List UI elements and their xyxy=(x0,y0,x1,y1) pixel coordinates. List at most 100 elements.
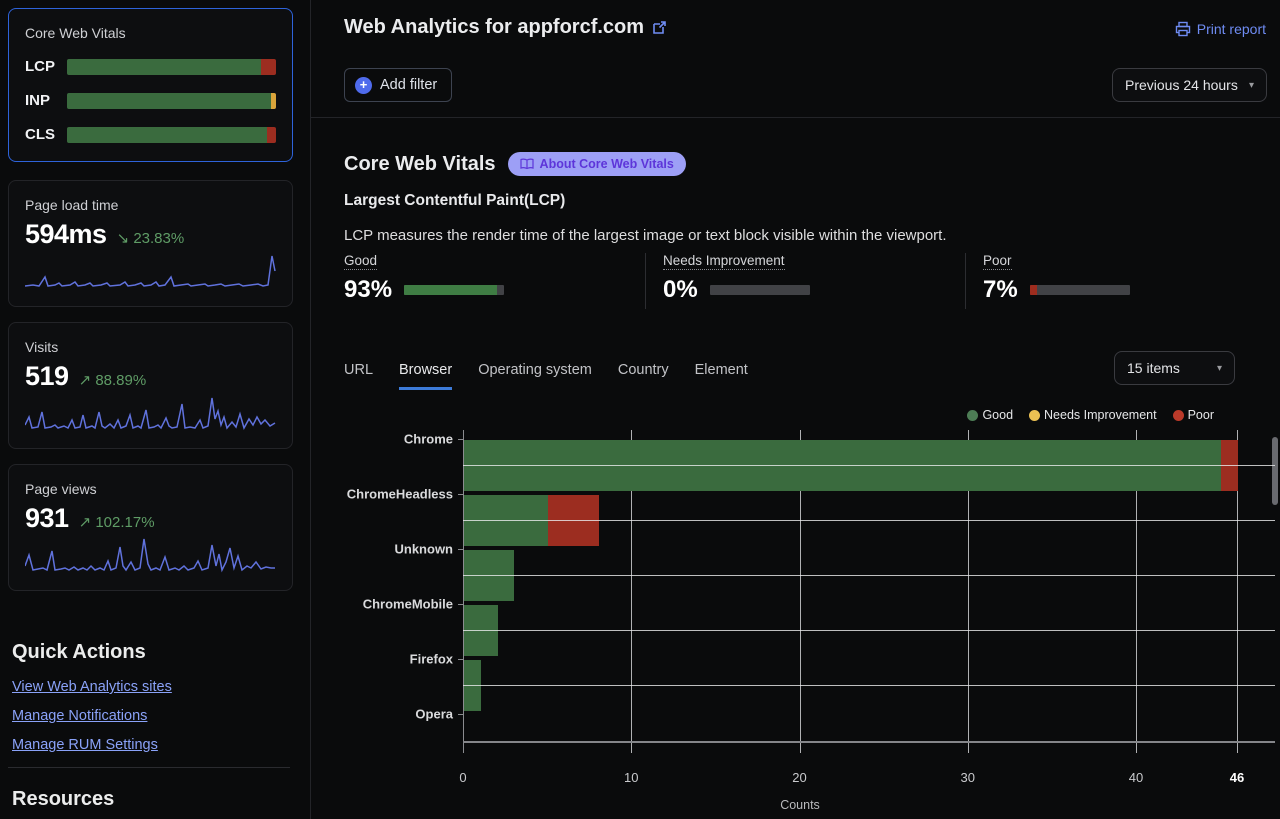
page-title-text: Web Analytics for appforcf.com xyxy=(344,16,644,39)
stat-poor: Poor 7% xyxy=(983,252,1130,304)
stat-minibar xyxy=(1030,285,1130,295)
time-range-value: Previous 24 hours xyxy=(1125,77,1238,93)
quick-action-link[interactable]: Manage Notifications xyxy=(12,708,147,724)
lcp-description: LCP measures the render time of the larg… xyxy=(344,227,947,244)
printer-icon xyxy=(1175,21,1191,37)
badge-label: About Core Web Vitals xyxy=(540,157,674,171)
card-title: Page load time xyxy=(25,197,276,213)
y-axis-tick xyxy=(458,549,463,550)
cwv-metric-row: INP xyxy=(25,92,276,109)
print-report-link[interactable]: Print report xyxy=(1175,21,1266,37)
horizontal-gridline xyxy=(463,575,1275,576)
cwv-metric-rows: LCP INP CLS xyxy=(25,58,276,143)
chart-legend: Good Needs Improvement Poor xyxy=(967,408,1214,422)
stat-minibar xyxy=(404,285,504,295)
stat-minibar xyxy=(710,285,810,295)
header-divider xyxy=(311,117,1280,118)
section-title: Core Web Vitals xyxy=(344,153,496,176)
horizontal-gridline xyxy=(463,630,1275,631)
main-content: Web Analytics for appforcf.com Print rep… xyxy=(311,0,1280,819)
scrollbar-thumb[interactable] xyxy=(1272,437,1278,505)
lcp-metric-title: Largest Contentful Paint(LCP) xyxy=(344,192,565,210)
stat-value: 7% xyxy=(983,276,1018,304)
horizontal-gridline xyxy=(463,465,1275,466)
legend-dot-icon xyxy=(967,410,978,421)
legend-item[interactable]: Good xyxy=(967,408,1013,422)
resources-heading: Resources xyxy=(12,788,114,811)
sidebar-divider xyxy=(8,767,290,768)
legend-label: Poor xyxy=(1188,408,1214,422)
page-title: Web Analytics for appforcf.com xyxy=(344,16,667,39)
tab-element[interactable]: Element xyxy=(695,362,748,390)
legend-label: Needs Improvement xyxy=(1044,408,1157,422)
external-link-icon[interactable] xyxy=(652,20,667,35)
stat-value: 0% xyxy=(663,276,698,304)
book-icon xyxy=(520,158,534,170)
items-count-value: 15 items xyxy=(1127,360,1180,376)
legend-dot-icon xyxy=(1173,410,1184,421)
change-percent: 102.17% xyxy=(95,514,154,531)
core-web-vitals-card[interactable]: Core Web Vitals LCP INP CLS xyxy=(8,8,293,162)
quick-action-link[interactable]: Manage RUM Settings xyxy=(12,737,158,753)
tab-browser[interactable]: Browser xyxy=(399,362,452,390)
card-title: Visits xyxy=(25,339,276,355)
x-axis-title: Counts xyxy=(780,798,820,812)
horizontal-gridline xyxy=(463,685,1275,686)
sparkline-chart xyxy=(25,249,278,294)
chart-category-label: Unknown xyxy=(395,542,454,557)
cwv-card-title: Core Web Vitals xyxy=(25,25,276,41)
page-views-value: 931 xyxy=(25,503,69,534)
about-core-web-vitals-badge[interactable]: About Core Web Vitals xyxy=(508,152,686,176)
print-report-label: Print report xyxy=(1197,21,1266,37)
legend-item[interactable]: Poor xyxy=(1173,408,1214,422)
trend-up-icon: ↗ xyxy=(79,372,92,389)
time-range-dropdown[interactable]: Previous 24 hours ▾ xyxy=(1112,68,1267,102)
visits-card[interactable]: Visits 519 ↗ 88.89% xyxy=(8,322,293,449)
change-percent: 23.83% xyxy=(133,230,184,247)
sidebar: Core Web Vitals LCP INP CLS Page load time… xyxy=(0,0,311,819)
chart-category-label: Chrome xyxy=(404,432,453,447)
cwv-metric-bar xyxy=(67,59,276,75)
stat-label: Needs Improvement xyxy=(663,253,785,270)
x-axis-line xyxy=(463,741,1275,743)
tab-url[interactable]: URL xyxy=(344,362,373,390)
cwv-metric-label: CLS xyxy=(25,126,67,143)
y-axis-tick xyxy=(458,439,463,440)
chevron-down-icon: ▾ xyxy=(1249,80,1254,91)
items-count-select[interactable]: 15 items ▾ xyxy=(1114,351,1235,385)
y-axis-tick xyxy=(458,604,463,605)
cwv-metric-row: LCP xyxy=(25,58,276,75)
horizontal-gridline xyxy=(463,520,1275,521)
cwv-metric-label: INP xyxy=(25,92,67,109)
stat-label: Poor xyxy=(983,253,1012,270)
x-axis-tick-label: 10 xyxy=(624,770,638,785)
chart-category-label: Opera xyxy=(415,707,453,722)
tab-country[interactable]: Country xyxy=(618,362,669,390)
stat-value: 93% xyxy=(344,276,392,304)
quick-action-link[interactable]: View Web Analytics sites xyxy=(12,679,172,695)
sparkline-chart xyxy=(25,533,278,578)
x-axis-tick-label: 46 xyxy=(1230,770,1244,785)
x-axis-tick-label: 40 xyxy=(1129,770,1143,785)
tab-operating-system[interactable]: Operating system xyxy=(478,362,592,390)
browser-bar-chart: 01020304046ChromeChromeHeadlessUnknownCh… xyxy=(463,430,1275,741)
legend-item[interactable]: Needs Improvement xyxy=(1029,408,1157,422)
stat-needs-improvement: Needs Improvement 0% xyxy=(663,252,810,304)
cwv-metric-label: LCP xyxy=(25,58,67,75)
card-title: Page views xyxy=(25,481,276,497)
visits-value: 519 xyxy=(25,361,69,392)
add-filter-button[interactable]: + Add filter xyxy=(344,68,452,102)
trend-up-icon: ↗ xyxy=(79,514,92,531)
chevron-down-icon: ▾ xyxy=(1217,363,1222,374)
page-load-time-card[interactable]: Page load time 594ms ↘ 23.83% xyxy=(8,180,293,307)
add-filter-label: Add filter xyxy=(380,77,437,93)
change-percent: 88.89% xyxy=(95,372,146,389)
dimension-tabs: URL Browser Operating system Country Element xyxy=(344,362,748,390)
y-axis-tick xyxy=(458,659,463,660)
y-axis-tick xyxy=(458,714,463,715)
stat-divider xyxy=(645,253,646,309)
cwv-metric-bar xyxy=(67,93,276,109)
page-views-card[interactable]: Page views 931 ↗ 102.17% xyxy=(8,464,293,591)
plus-circle-icon: + xyxy=(355,77,372,94)
sparkline-chart xyxy=(25,391,278,436)
